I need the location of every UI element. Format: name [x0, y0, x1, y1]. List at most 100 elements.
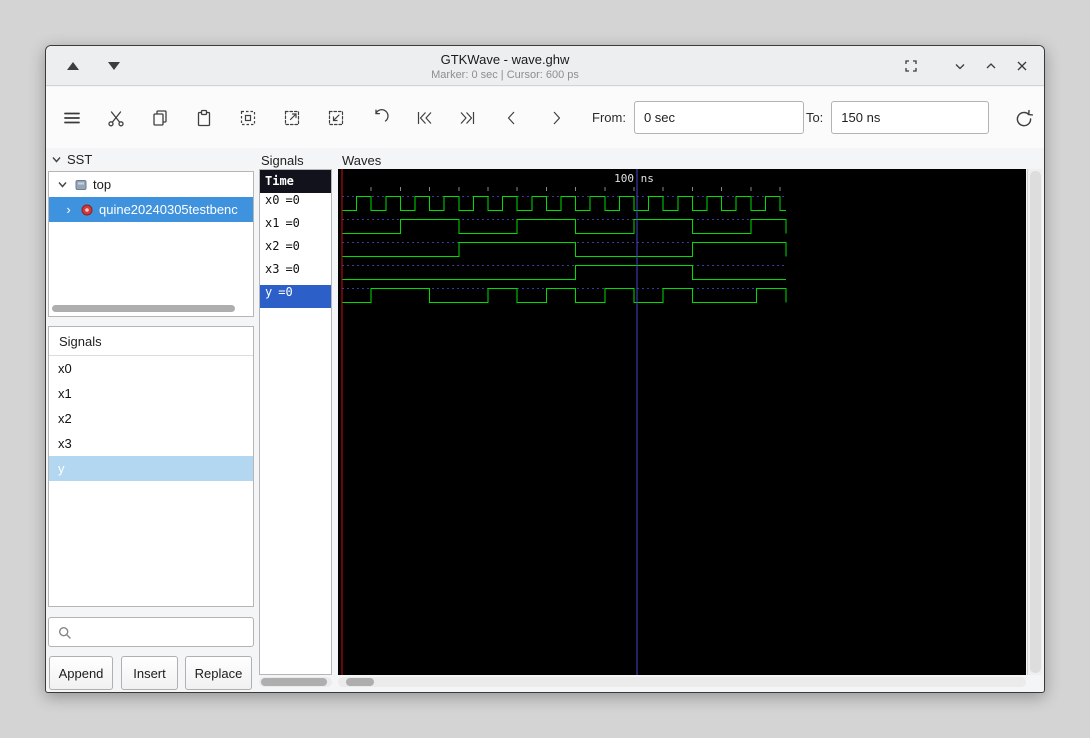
signal-name: x2 [265, 239, 280, 253]
zoom-in-icon [282, 108, 302, 128]
restore-button[interactable] [902, 58, 919, 75]
shade-down-button[interactable] [105, 58, 122, 75]
wave-signal-row[interactable]: x0 =0 [260, 193, 331, 216]
chevron-up-icon [983, 58, 999, 74]
names-hscrollbar-thumb[interactable] [261, 678, 327, 686]
expander-down-icon [51, 154, 62, 165]
waves-hscrollbar-thumb[interactable] [346, 678, 374, 686]
waves-hscrollbar[interactable] [338, 677, 1026, 687]
titlebar: GTKWave - wave.ghw Marker: 0 sec | Curso… [46, 46, 1044, 86]
wave-signal-row[interactable]: x1 =0 [260, 216, 331, 239]
wave-signal-names-panel: Time x0 =0 x1 =0 x2 =0 x3 =0 y =0 [259, 169, 332, 675]
zoom-fit-button[interactable] [238, 108, 258, 128]
cut-button[interactable] [106, 108, 126, 128]
expander-right-icon[interactable]: › [62, 202, 75, 217]
signal-list-item[interactable]: x0 [49, 356, 253, 381]
skip-to-end-button[interactable] [458, 108, 478, 128]
signals-list-header: Signals [49, 327, 253, 356]
chevron-down-icon [952, 58, 968, 74]
tree-item-top[interactable]: top [49, 172, 253, 197]
wave-signal-row-selected[interactable]: y =0 [260, 285, 331, 308]
prev-edge-button[interactable] [502, 108, 522, 128]
module-icon [74, 178, 88, 192]
signals-list-panel: Signals x0 x1 x2 x3 y [48, 326, 254, 607]
waves-vscrollbar[interactable] [1027, 169, 1042, 675]
restore-icon [903, 58, 919, 74]
copy-icon [150, 108, 170, 128]
time-header: Time [260, 170, 331, 193]
to-label: To: [805, 110, 824, 125]
testbench-icon [80, 203, 94, 217]
sst-label: SST [67, 152, 93, 167]
skip-to-end-icon [458, 108, 478, 128]
zoom-out-button[interactable] [326, 108, 346, 128]
waves-pane-label: Waves [342, 153, 382, 168]
zoom-out-icon [326, 108, 346, 128]
signal-value: =0 [285, 216, 300, 230]
reload-icon [1013, 108, 1034, 130]
maximize-button[interactable] [982, 58, 999, 75]
signal-list-item[interactable]: x2 [49, 406, 253, 431]
gtkwave-window: GTKWave - wave.ghw Marker: 0 sec | Curso… [45, 45, 1045, 693]
from-label: From: [592, 110, 626, 125]
wave-signal-row[interactable]: x2 =0 [260, 239, 331, 262]
close-button[interactable] [1013, 58, 1030, 75]
menu-icon [62, 108, 82, 128]
sst-tree-panel: top › quine20240305testbenc [48, 171, 254, 317]
insert-button[interactable]: Insert [121, 656, 178, 690]
next-edge-icon [546, 108, 566, 128]
menu-button[interactable] [62, 108, 82, 128]
signal-name: x0 [265, 193, 280, 207]
signals-pane-label: Signals [261, 153, 304, 168]
shade-down-icon [107, 62, 120, 70]
signal-list-item[interactable]: x1 [49, 381, 253, 406]
expander-down-icon[interactable] [56, 179, 69, 190]
undo-icon [370, 108, 390, 128]
next-edge-button[interactable] [546, 108, 566, 128]
shade-up-icon [66, 62, 79, 70]
waveform-canvas[interactable]: 100 ns [338, 169, 1026, 675]
tree-item-testbench[interactable]: › quine20240305testbenc [49, 197, 253, 222]
to-input[interactable] [831, 101, 990, 134]
tree-item-label: top [93, 177, 112, 192]
signal-value: =0 [285, 239, 300, 253]
signal-search-box [48, 617, 254, 647]
main-content: SST top › quine20240305testbenc Signals … [46, 148, 1044, 692]
signal-list-item-selected[interactable]: y [49, 456, 253, 481]
zoom-in-button[interactable] [282, 108, 302, 128]
replace-button[interactable]: Replace [185, 656, 252, 690]
signal-value: =0 [278, 285, 293, 299]
skip-to-start-icon [414, 108, 434, 128]
wave-signal-row[interactable]: x3 =0 [260, 262, 331, 285]
svg-text:100 ns: 100 ns [614, 172, 654, 185]
reload-button[interactable] [1013, 108, 1034, 130]
signal-value: =0 [285, 262, 300, 276]
sst-header[interactable]: SST [51, 152, 92, 167]
undo-button[interactable] [370, 108, 390, 128]
paste-button[interactable] [194, 108, 214, 128]
tree-item-label: quine20240305testbenc [99, 202, 238, 217]
append-button[interactable]: Append [49, 656, 113, 690]
signal-value: =0 [285, 193, 300, 207]
window-title: GTKWave - wave.ghw [440, 52, 570, 67]
prev-edge-icon [502, 108, 522, 128]
search-input[interactable] [49, 618, 253, 646]
close-icon [1014, 58, 1030, 74]
cut-icon [106, 108, 126, 128]
signal-name: x3 [265, 262, 280, 276]
skip-to-start-button[interactable] [414, 108, 434, 128]
shade-up-button[interactable] [64, 58, 81, 75]
from-input[interactable] [633, 101, 804, 134]
tree-hscrollbar-thumb[interactable] [52, 305, 235, 312]
signal-name: y [265, 285, 273, 299]
minimize-button[interactable] [951, 58, 968, 75]
signal-list-item[interactable]: x3 [49, 431, 253, 456]
paste-icon [194, 108, 214, 128]
toolbar: From: To: [46, 87, 1044, 148]
waves-vscrollbar-thumb[interactable] [1030, 171, 1041, 673]
waveform-plot: 100 ns [341, 169, 787, 675]
copy-button[interactable] [150, 108, 170, 128]
zoom-fit-icon [238, 108, 258, 128]
window-subtitle: Marker: 0 sec | Cursor: 600 ps [431, 69, 579, 81]
signal-name: x1 [265, 216, 280, 230]
